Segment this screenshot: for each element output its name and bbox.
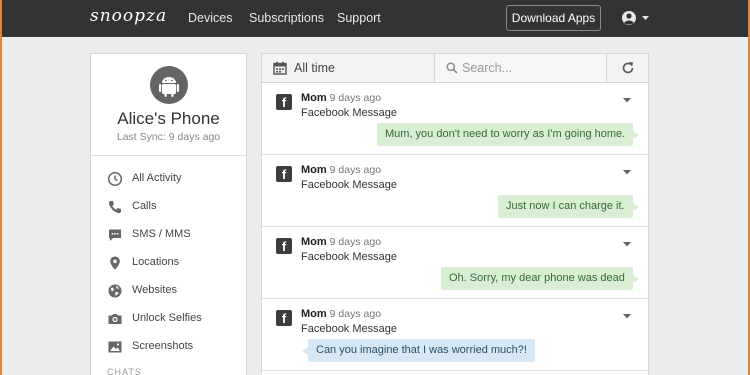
user-menu[interactable]: [620, 9, 652, 27]
sidebar-item-label: Unlock Selfies: [132, 312, 202, 324]
sidebar-item-label: SMS / MMS: [132, 228, 191, 240]
camera-icon: [108, 314, 122, 324]
brand-logo[interactable]: snoopza: [90, 6, 167, 26]
facebook-icon: f: [276, 238, 292, 254]
sidebar: Alice's Phone Last Sync: 9 days ago All …: [90, 53, 247, 375]
date-filter-label: All time: [294, 61, 335, 75]
message-type: Facebook Message: [301, 323, 397, 335]
message-time: 9 days ago: [329, 308, 382, 320]
sidebar-item-label: All Activity: [132, 172, 182, 184]
message-sender: Mom 9 days ago: [301, 164, 382, 176]
message-sender: Mom 9 days ago: [301, 308, 382, 320]
message-time: 9 days ago: [329, 236, 382, 248]
user-circle-icon: [622, 11, 649, 25]
last-sync-text: Last Sync: 9 days ago: [116, 131, 221, 143]
nav-subscriptions[interactable]: Subscriptions: [249, 11, 324, 25]
sidebar-item-label: Locations: [132, 256, 180, 268]
sms-icon: [109, 229, 121, 241]
sidebar-item-unlock-selfies[interactable]: Unlock Selfies: [107, 310, 237, 330]
refresh-button[interactable]: [608, 54, 648, 82]
calendar-icon: [273, 61, 287, 75]
sidebar-item-sms[interactable]: SMS / MMS: [107, 226, 237, 246]
date-filter-dropdown[interactable]: All time: [262, 54, 435, 82]
sidebar-item-screenshots[interactable]: Screenshots: [107, 338, 237, 358]
message-row[interactable]: f Mom 9 days ago Facebook Message Can you…: [262, 299, 648, 371]
download-apps-button[interactable]: Download Apps: [506, 5, 601, 31]
message-type: Facebook Message: [301, 107, 397, 119]
chevron-down-icon[interactable]: [622, 168, 632, 176]
message-sender: Mom 9 days ago: [301, 236, 382, 248]
message-row[interactable]: f Mom 9 days ago Facebook Message Just no…: [262, 155, 648, 227]
message-row[interactable]: f Mom 9 days ago Facebook Message Oh. Sor…: [262, 227, 648, 299]
activity-toolbar: All time: [262, 54, 648, 83]
android-icon: [150, 66, 188, 104]
facebook-icon: f: [276, 310, 292, 326]
facebook-icon: f: [276, 166, 292, 182]
message-time: 9 days ago: [329, 164, 382, 176]
device-name: Alice's Phone: [117, 109, 220, 128]
sidebar-item-locations[interactable]: Locations: [107, 254, 237, 274]
nav-devices[interactable]: Devices: [188, 11, 232, 25]
search-input[interactable]: [462, 59, 602, 77]
chevron-down-icon[interactable]: [622, 96, 632, 104]
message-type: Facebook Message: [301, 179, 397, 191]
chevron-down-icon: [642, 16, 649, 20]
message-bubble-incoming: Can you imagine that I was worried much?…: [302, 339, 535, 362]
globe-icon: [108, 284, 122, 298]
top-navbar: snoopza Devices Subscriptions Support Do…: [2, 0, 748, 37]
message-bubble-outgoing: Just now I can charge it.: [498, 195, 639, 218]
map-pin-icon: [110, 256, 120, 270]
sidebar-item-label: Screenshots: [132, 340, 194, 352]
chats-section-header: CHATS: [107, 367, 142, 375]
facebook-icon: f: [276, 94, 292, 110]
message-bubble-outgoing: Oh. Sorry, my dear phone was dead: [441, 267, 639, 290]
message-type: Facebook Message: [301, 251, 397, 263]
sidebar-item-label: Websites: [132, 284, 178, 296]
chevron-down-icon[interactable]: [622, 240, 632, 248]
device-header: Alice's Phone Last Sync: 9 days ago: [91, 54, 246, 156]
image-icon: [108, 341, 122, 353]
sidebar-item-all-activity[interactable]: All Activity: [107, 170, 237, 190]
clock-icon: [107, 171, 123, 187]
message-row[interactable]: f Mom 9 days ago Facebook Message Mum, yo…: [262, 83, 648, 155]
chevron-down-icon[interactable]: [622, 312, 632, 320]
phone-icon: [108, 201, 121, 214]
sidebar-item-websites[interactable]: Websites: [107, 282, 237, 302]
activity-panel: All time f Mom9 days ago Facebook Messag…: [261, 53, 649, 375]
sidebar-item-label: Calls: [132, 200, 157, 212]
nav-support[interactable]: Support: [337, 11, 381, 25]
message-sender: Mom 9 days ago: [301, 92, 382, 104]
message-time: 9 days ago: [329, 92, 382, 104]
refresh-icon: [622, 62, 634, 74]
search-icon: [446, 62, 458, 74]
message-bubble-outgoing: Mum, you don't need to worry as I'm goin…: [377, 123, 640, 146]
search-box[interactable]: [436, 54, 607, 82]
sidebar-item-calls[interactable]: Calls: [107, 198, 237, 218]
